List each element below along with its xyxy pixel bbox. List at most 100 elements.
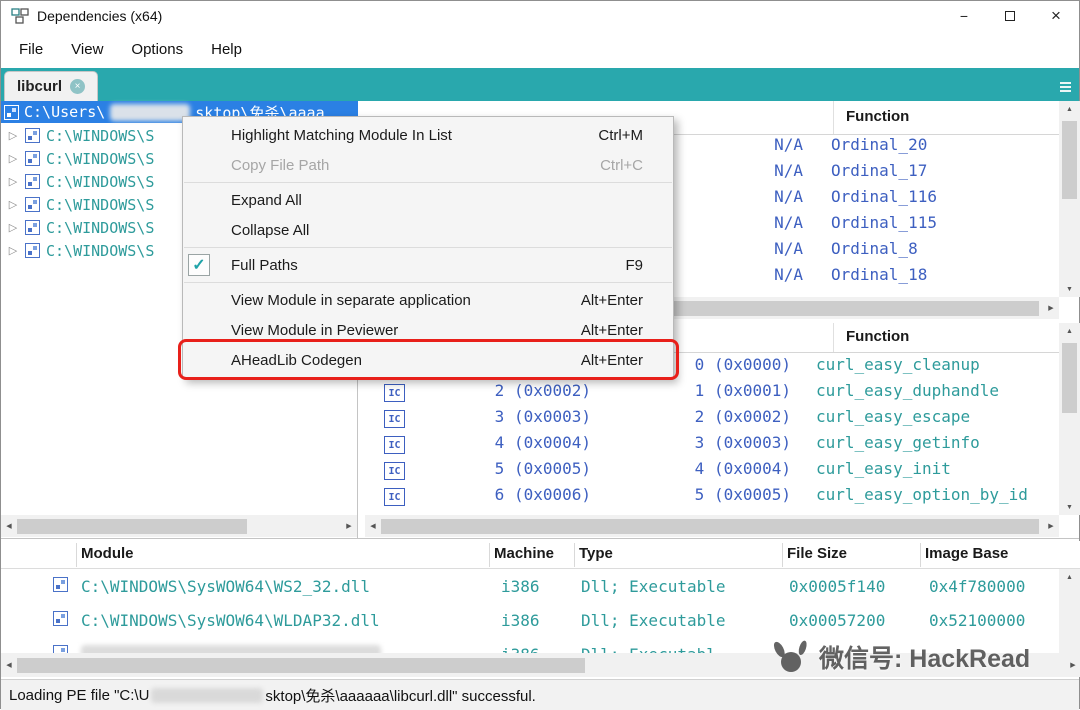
- c-function-icon: IC: [384, 436, 405, 454]
- module-icon: [25, 243, 40, 258]
- scroll-down-icon[interactable]: ▼: [1062, 281, 1078, 297]
- exports-function-header[interactable]: Function: [846, 328, 909, 345]
- maximize-button[interactable]: [987, 1, 1033, 31]
- expand-caret-icon[interactable]: ▷: [7, 129, 19, 142]
- menu-separator: [184, 282, 672, 283]
- export-function: curl_easy_cleanup: [816, 355, 980, 374]
- scroll-down-icon[interactable]: ▼: [1062, 499, 1078, 515]
- exports-hscrollbar[interactable]: ◀ ▶: [365, 515, 1059, 537]
- menu-help[interactable]: Help: [197, 41, 256, 58]
- scroll-right-icon[interactable]: ▶: [1065, 657, 1080, 673]
- export-hint: 4 (0x0004): [671, 459, 791, 478]
- col-image-base[interactable]: Image Base: [925, 545, 1008, 562]
- expand-caret-icon[interactable]: ▷: [7, 198, 19, 211]
- table-row[interactable]: IC 5 (0x0005) 4 (0x0004) curl_easy_init: [365, 459, 1059, 485]
- col-machine[interactable]: Machine: [494, 545, 554, 562]
- expand-caret-icon[interactable]: ▷: [7, 175, 19, 188]
- imports-vscrollbar[interactable]: ▲ ▼: [1059, 101, 1080, 297]
- column-divider: [833, 323, 834, 352]
- export-function: curl_easy_init: [816, 459, 951, 478]
- menu-item-label: View Module in separate application: [231, 292, 471, 309]
- maximize-icon: [1005, 11, 1015, 21]
- exports-vscrollbar[interactable]: ▲ ▼: [1059, 323, 1080, 515]
- redaction-blur: [110, 104, 190, 121]
- scroll-up-icon[interactable]: ▲: [1062, 323, 1078, 339]
- scroll-right-icon[interactable]: ▶: [1043, 300, 1059, 316]
- module-type: Dll; Executable: [581, 611, 726, 630]
- menu-options[interactable]: Options: [117, 41, 197, 58]
- col-module[interactable]: Module: [81, 545, 134, 562]
- menu-item-collapse-all[interactable]: Collapse All: [183, 215, 673, 245]
- menu-item-copy-file-path[interactable]: Copy File Path Ctrl+C: [183, 150, 673, 180]
- scroll-thumb[interactable]: [1062, 343, 1077, 413]
- minimize-button[interactable]: −: [941, 1, 987, 31]
- table-row[interactable]: C:\WINDOWS\SysWOW64\WLDAP32.dll i386 Dll…: [1, 603, 1080, 637]
- column-divider: [920, 543, 921, 567]
- col-type[interactable]: Type: [579, 545, 613, 562]
- column-divider: [833, 101, 834, 134]
- window-controls: − ×: [941, 1, 1079, 31]
- expand-caret-icon[interactable]: ▷: [7, 152, 19, 165]
- table-row[interactable]: IC 4 (0x0004) 3 (0x0003) curl_easy_getin…: [365, 433, 1059, 459]
- table-row[interactable]: IC 6 (0x0006) 5 (0x0005) curl_easy_optio…: [365, 485, 1059, 511]
- module-icon: [25, 128, 40, 143]
- menu-item-label: Full Paths: [231, 257, 298, 274]
- menu-item-expand-all[interactable]: Expand All: [183, 185, 673, 215]
- export-hint: 1 (0x0001): [671, 381, 791, 400]
- export-hint: 3 (0x0003): [671, 433, 791, 452]
- scroll-thumb[interactable]: [1062, 121, 1077, 199]
- import-hint: N/A: [705, 187, 803, 206]
- modules-vscrollbar[interactable]: ▲: [1059, 569, 1080, 653]
- tab-close-icon[interactable]: ×: [70, 79, 85, 94]
- menu-item-view-module-separate[interactable]: View Module in separate application Alt+…: [183, 285, 673, 315]
- window-title: Dependencies (x64): [37, 8, 162, 24]
- table-row[interactable]: IC 3 (0x0003) 2 (0x0002) curl_easy_escap…: [365, 407, 1059, 433]
- menu-item-label: View Module in Peviewer: [231, 322, 398, 339]
- scroll-up-icon[interactable]: ▲: [1062, 569, 1078, 585]
- menu-view[interactable]: View: [57, 41, 117, 58]
- menu-item-full-paths[interactable]: ✓ Full Paths F9: [183, 250, 673, 280]
- tree-item-label: C:\WINDOWS\S: [46, 173, 154, 191]
- table-row[interactable]: C:\WINDOWS\SysWOW64\WS2_32.dll i386 Dll;…: [1, 569, 1080, 603]
- tree-hscrollbar[interactable]: ◀ ▶: [1, 515, 357, 537]
- menu-item-shortcut: Alt+Enter: [581, 292, 643, 309]
- module-path: C:\WINDOWS\SysWOW64\WS2_32.dll: [81, 577, 370, 596]
- scroll-thumb[interactable]: [17, 658, 585, 673]
- table-row[interactable]: IC 2 (0x0002) 1 (0x0001) curl_easy_dupha…: [365, 381, 1059, 407]
- watermark-text: 微信号: HackRead: [819, 639, 1030, 675]
- export-function: curl_easy_escape: [816, 407, 970, 426]
- module-icon: [25, 151, 40, 166]
- scroll-left-icon[interactable]: ◀: [1, 518, 17, 534]
- export-hint: 5 (0x0005): [671, 485, 791, 504]
- menu-file[interactable]: File: [5, 41, 57, 58]
- module-image-base: 0x52100000: [929, 611, 1025, 630]
- module-type: Dll; Executable: [581, 577, 726, 596]
- menu-separator: [184, 247, 672, 248]
- module-file-size: 0x00057200: [789, 611, 885, 630]
- scroll-thumb[interactable]: [17, 519, 247, 534]
- import-function: Ordinal_17: [831, 161, 927, 180]
- redaction-blur: [81, 645, 381, 653]
- scroll-right-icon[interactable]: ▶: [341, 518, 357, 534]
- col-file-size[interactable]: File Size: [787, 545, 847, 562]
- module-file-size: 0x0005f140: [789, 577, 885, 596]
- tab-list-icon[interactable]: [1060, 82, 1071, 92]
- scroll-up-icon[interactable]: ▲: [1062, 101, 1078, 117]
- close-button[interactable]: ×: [1033, 1, 1079, 31]
- import-function: Ordinal_18: [831, 265, 927, 284]
- expand-caret-icon[interactable]: ▷: [7, 244, 19, 257]
- status-text-suffix: sktop\免杀\aaaaaa\libcurl.dll" successful.: [265, 685, 535, 706]
- module-machine: i386: [501, 577, 540, 596]
- module-icon: [25, 220, 40, 235]
- module-icon: [53, 645, 68, 653]
- scroll-thumb[interactable]: [381, 519, 1039, 534]
- scroll-left-icon[interactable]: ◀: [1, 657, 17, 673]
- module-icon: [53, 577, 68, 592]
- scroll-right-icon[interactable]: ▶: [1043, 518, 1059, 534]
- tab-libcurl[interactable]: libcurl ×: [4, 71, 98, 101]
- menu-item-highlight-matching[interactable]: Highlight Matching Module In List Ctrl+M: [183, 120, 673, 150]
- scroll-left-icon[interactable]: ◀: [365, 518, 381, 534]
- expand-caret-icon[interactable]: ▷: [7, 221, 19, 234]
- import-hint: N/A: [705, 239, 803, 258]
- imports-function-header[interactable]: Function: [846, 108, 909, 125]
